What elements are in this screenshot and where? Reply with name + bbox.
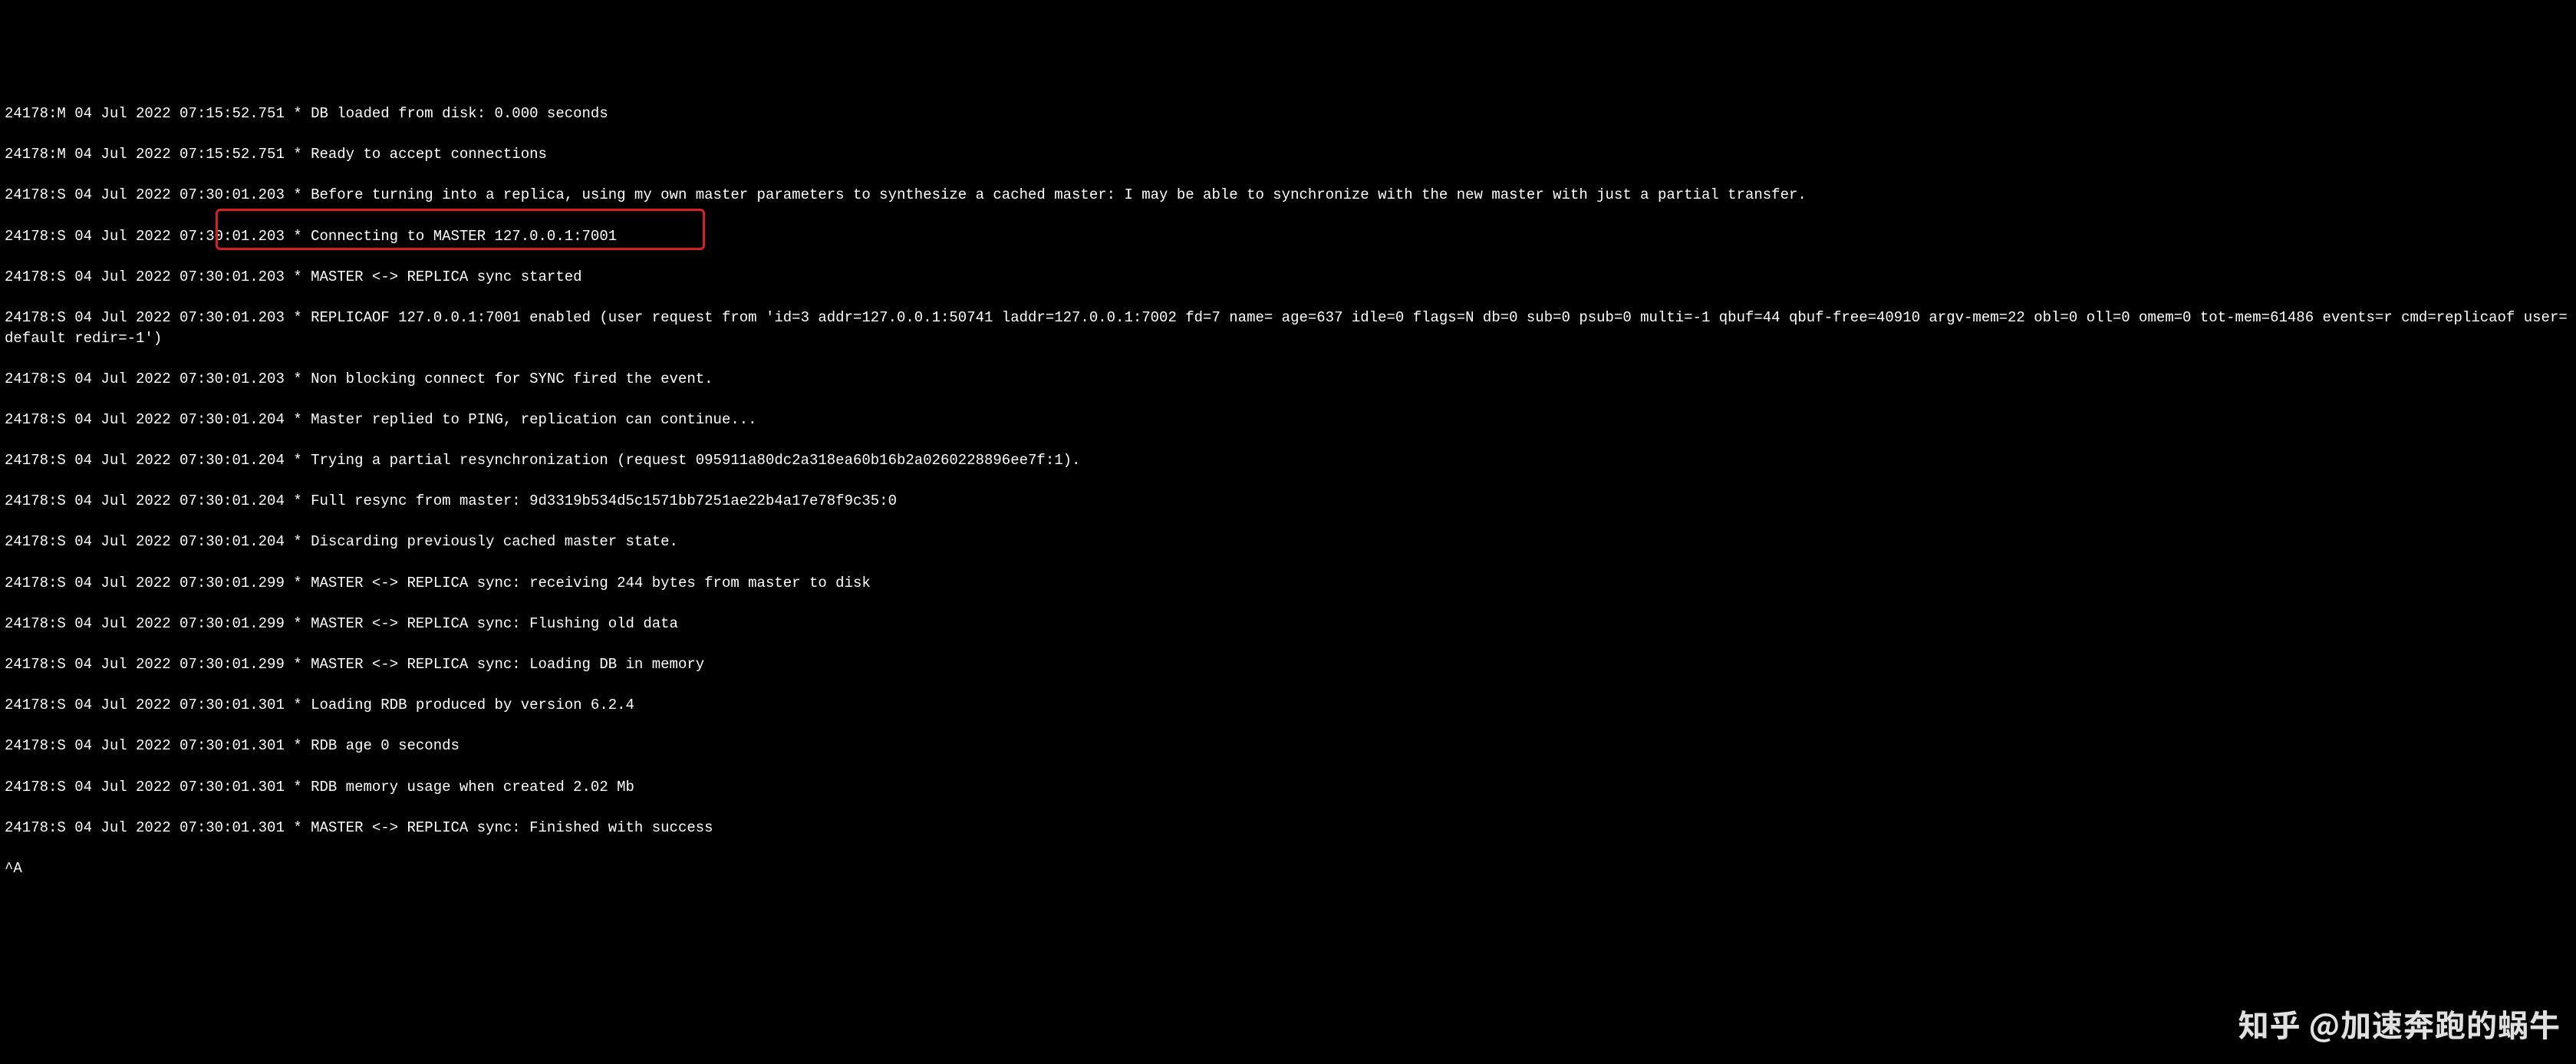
log-line: 24178:S 04 Jul 2022 07:30:01.204 * Full …: [5, 491, 2571, 512]
log-line: 24178:S 04 Jul 2022 07:30:01.203 * Non b…: [5, 369, 2571, 390]
log-line: 24178:S 04 Jul 2022 07:30:01.204 * Disca…: [5, 532, 2571, 552]
log-line: 24178:M 04 Jul 2022 07:15:52.751 * DB lo…: [5, 104, 2571, 124]
log-line: 24178:S 04 Jul 2022 07:30:01.301 * RDB m…: [5, 777, 2571, 798]
log-line: 24178:S 04 Jul 2022 07:30:01.301 * MASTE…: [5, 818, 2571, 838]
terminal-output[interactable]: 24178:M 04 Jul 2022 07:15:52.751 * DB lo…: [5, 83, 2571, 919]
cursor-line: ^A: [5, 858, 2571, 879]
log-line: 24178:S 04 Jul 2022 07:30:01.299 * MASTE…: [5, 654, 2571, 675]
log-line: 24178:S 04 Jul 2022 07:30:01.299 * MASTE…: [5, 614, 2571, 634]
log-line: 24178:M 04 Jul 2022 07:15:52.751 * Ready…: [5, 144, 2571, 165]
watermark-text: 知乎 @加速奔跑的蜗牛: [2238, 1002, 2561, 1045]
log-line: 24178:S 04 Jul 2022 07:30:01.301 * RDB a…: [5, 736, 2571, 756]
log-line: 24178:S 04 Jul 2022 07:30:01.204 * Tryin…: [5, 450, 2571, 471]
log-line: 24178:S 04 Jul 2022 07:30:01.203 * Befor…: [5, 185, 2571, 206]
log-line: 24178:S 04 Jul 2022 07:30:01.203 * MASTE…: [5, 267, 2571, 288]
log-line: 24178:S 04 Jul 2022 07:30:01.299 * MASTE…: [5, 573, 2571, 594]
log-line: 24178:S 04 Jul 2022 07:30:01.203 * Conne…: [5, 226, 2571, 247]
log-line: 24178:S 04 Jul 2022 07:30:01.203 * REPLI…: [5, 308, 2571, 348]
log-line: 24178:S 04 Jul 2022 07:30:01.301 * Loadi…: [5, 695, 2571, 716]
log-line: 24178:S 04 Jul 2022 07:30:01.204 * Maste…: [5, 410, 2571, 430]
